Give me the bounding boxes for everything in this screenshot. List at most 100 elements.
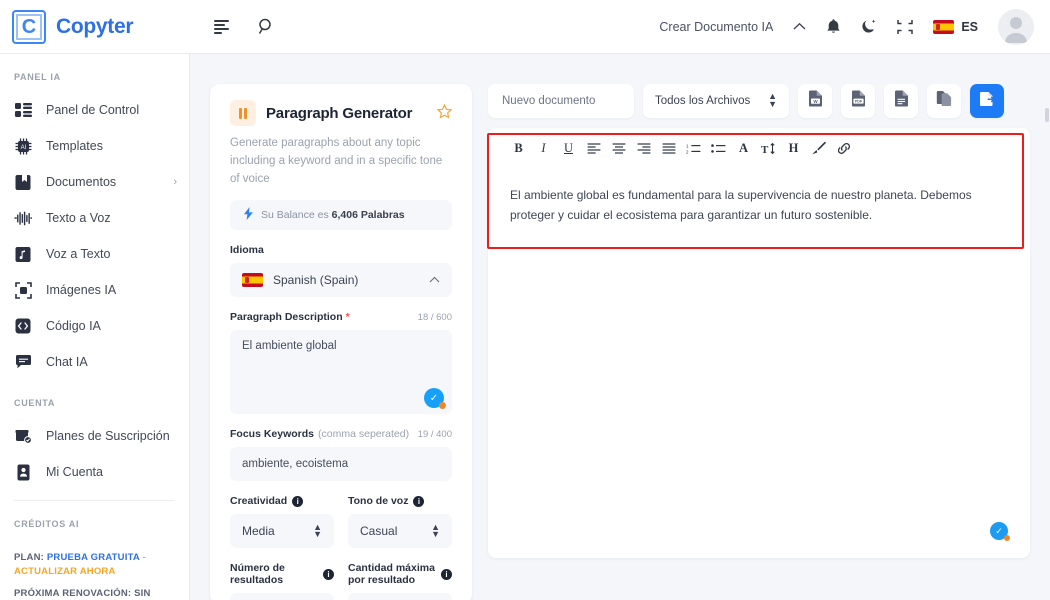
document-text[interactable]: El ambiente global es fundamental para l… [488,166,1030,226]
italic-icon[interactable]: I [531,136,556,160]
align-right-icon[interactable] [631,136,656,160]
dashboard-grid-icon [14,101,32,119]
highlight-brush-icon[interactable] [806,136,831,160]
brand-name: Copyter [56,14,134,38]
max-length-input[interactable]: 30 [348,593,452,600]
camera-frame-icon [14,281,32,299]
results-row: Número de resultados i 1 Cantidad máxima… [230,548,452,600]
save-file-icon [979,91,996,112]
grammar-check-badge[interactable]: ✓ [990,522,1010,541]
scrollbar-thumb[interactable] [1045,108,1049,122]
focus-keywords-label-text: Focus Keywords [230,428,315,441]
font-size-icon[interactable]: T [756,136,781,160]
language-select[interactable]: Spanish (Spain) [230,263,452,298]
sidebar-item-label: Panel de Control [46,103,140,117]
sidebar-item-label: Documentos [46,175,117,189]
grammar-check-badge[interactable]: ✓ [424,388,446,410]
file-filter-value: Todos los Archivos [655,95,751,107]
font-color-icon[interactable]: A [731,136,756,160]
sidebar-item-label: Imágenes IA [46,283,117,297]
sidebar-item-voz-a-texto[interactable]: Voz a Texto [0,236,189,272]
sidebar: PANEL IA Panel de Control AI Templates D… [0,54,190,600]
paragraph-description-input[interactable]: El ambiente global ✓ [230,330,452,415]
paragraph-bars-icon [230,100,256,126]
subscription-box-icon [14,427,32,445]
copy-document-button[interactable] [927,84,961,118]
plan-upgrade-link[interactable]: ACTUALIZAR AHORA [14,566,116,577]
avatar[interactable] [998,8,1034,45]
bookmark-document-icon [14,173,32,191]
sidebar-section-credits: CRÉDITOS AI [14,519,80,529]
language-label: Idioma [230,244,264,257]
underline-icon[interactable]: U [556,136,581,160]
align-center-icon[interactable] [606,136,631,160]
link-icon[interactable] [831,136,856,160]
hamburger-lines-icon[interactable] [214,19,232,34]
info-icon[interactable]: i [441,568,452,580]
export-word-button[interactable]: W [798,84,832,118]
create-document-label[interactable]: Crear Documento IA [659,20,773,34]
align-left-icon[interactable] [581,136,606,160]
info-icon[interactable]: i [323,568,334,580]
moon-icon[interactable] [861,18,877,35]
focus-keywords-input[interactable]: ambiente, ecoistema [230,447,452,482]
align-justify-icon[interactable] [656,136,681,160]
save-document-button[interactable] [970,84,1004,118]
balance-prefix: Su Balance es [261,209,329,222]
sidebar-section-panel: PANEL IA [14,72,61,82]
creativity-select[interactable]: Media ▲ ▼ [230,514,334,549]
paragraph-description-label-text: Paragraph Description [230,311,343,324]
generator-card: Paragraph Generator Generate paragraphs … [210,84,472,600]
plan-value: PRUEBA GRATUITA [46,552,140,563]
format-toolbar: B I U 12 A T H [488,128,1030,166]
paragraph-description-value: El ambiente global [242,340,337,353]
sidebar-item-imagenes-ia[interactable]: Imágenes IA [0,272,189,308]
unordered-list-icon[interactable] [706,136,731,160]
language-value: Spanish (Spain) [273,273,359,288]
focus-keywords-counter: 19 / 400 [417,428,452,440]
search-icon[interactable] [258,18,275,35]
export-text-button[interactable] [884,84,918,118]
sidebar-item-panel-de-control[interactable]: Panel de Control [0,92,189,128]
file-filter-select[interactable]: Todos los Archivos ▲ ▼ [643,84,789,118]
sidebar-item-planes-de-suscripcion[interactable]: Planes de Suscripción [0,418,189,454]
heading-icon[interactable]: H [781,136,806,160]
page-scrollbar[interactable] [1044,108,1050,600]
tone-select[interactable]: Casual ▲ ▼ [348,514,452,549]
chevron-up-icon[interactable] [793,20,806,34]
bell-icon[interactable] [826,18,841,35]
sidebar-item-codigo-ia[interactable]: Código IA [0,308,189,344]
creativity-label: Creatividad i [230,495,334,507]
document-name-placeholder: Nuevo documento [502,95,596,107]
info-icon[interactable]: i [413,495,425,507]
sort-arrows-icon: ▲ ▼ [313,521,322,540]
ordered-list-icon[interactable]: 12 [681,136,706,160]
word-file-icon: W [808,90,823,112]
sidebar-item-documentos[interactable]: Documentos › [0,164,189,200]
document-name-input[interactable]: Nuevo documento [488,84,634,118]
star-favorite-icon[interactable] [436,103,453,123]
focus-keywords-sublabel: (comma seperated) [318,428,410,441]
results-count-label-text: Número de resultados [230,562,285,587]
sidebar-item-label: Mi Cuenta [46,465,103,479]
creativity-value: Media [242,524,275,539]
export-pdf-button[interactable]: PDF [841,84,875,118]
pdf-file-icon: PDF [851,90,866,112]
max-length-label-text: Cantidad máxima por resultado [348,562,435,587]
paragraph-description-counter: 18 / 600 [417,311,452,323]
generator-header: Paragraph Generator [230,100,453,126]
compress-icon[interactable] [897,19,914,35]
sidebar-item-texto-a-voz[interactable]: Texto a Voz [0,200,189,236]
info-icon[interactable]: i [292,495,304,507]
tone-label-text: Tono de voz [348,495,409,508]
svg-text:2: 2 [686,149,689,154]
sidebar-item-templates[interactable]: AI Templates [0,128,189,164]
brand-logo[interactable]: C Copyter [0,9,190,44]
results-count-input[interactable]: 1 [230,593,334,600]
sidebar-item-chat-ia[interactable]: Chat IA [0,344,189,380]
language-selector[interactable]: ES [933,19,978,34]
bold-icon[interactable]: B [506,136,531,160]
sidebar-item-mi-cuenta[interactable]: Mi Cuenta [0,454,189,490]
plan-dash: - [142,552,146,563]
svg-text:W: W [813,99,818,104]
